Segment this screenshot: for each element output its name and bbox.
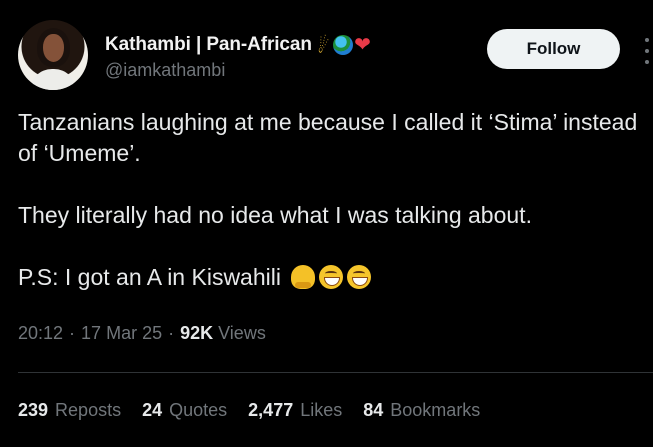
tweet-paragraph-2: They literally had no idea what I was ta… [18, 202, 532, 228]
more-dot [645, 49, 649, 53]
meta-separator: · [168, 323, 175, 343]
quotes-count: 24 [142, 400, 163, 420]
avatar[interactable] [18, 20, 88, 90]
author-name-row[interactable]: Kathambi | Pan-African ☄ ❤ [105, 33, 371, 57]
avatar-shoulders [30, 69, 76, 90]
tweet-paragraph-1: Tanzanians laughing at me because I call… [18, 109, 638, 166]
tweet-paragraph-3: P.S: I got an A in Kiswahili [18, 262, 638, 293]
likes-label: Likes [300, 400, 343, 420]
follow-button[interactable]: Follow [487, 29, 620, 69]
tweet-text: Tanzanians laughing at me because I call… [18, 107, 638, 293]
bookmarks-stat[interactable]: 84 Bookmarks [363, 400, 480, 421]
tweet-header: Kathambi | Pan-African ☄ ❤ @iamkathambi … [18, 20, 649, 92]
bookmarks-label: Bookmarks [390, 400, 481, 420]
author-display-name[interactable]: Kathambi | Pan-African [105, 34, 312, 56]
engagement-stats: 239 Reposts 24 Quotes 2,477 Likes 84 Boo… [18, 400, 501, 421]
views-count: 92K [180, 323, 214, 343]
more-vertical-icon[interactable] [638, 38, 653, 64]
quotes-label: Quotes [169, 400, 228, 420]
melting-face-emoji-icon [291, 265, 316, 289]
red-heart-emoji-icon: ❤ [354, 34, 371, 56]
tweet-date[interactable]: 17 Mar 25 [81, 323, 162, 344]
tweet-meta: 20:12 · 17 Mar 25 · 92K Views [18, 323, 266, 344]
reposts-label: Reposts [55, 400, 122, 420]
reposts-stat[interactable]: 239 Reposts [18, 400, 121, 421]
grinning-squinting-face-emoji-icon [319, 265, 344, 289]
tweet-paragraph-3-text: P.S: I got an A in Kiswahili [18, 264, 281, 290]
globe-emoji-icon [333, 35, 354, 55]
likes-stat[interactable]: 2,477 Likes [248, 400, 342, 421]
stats-divider [18, 372, 653, 373]
more-dot [645, 38, 649, 42]
author-handle[interactable]: @iamkathambi [105, 60, 225, 81]
likes-count: 2,477 [248, 400, 294, 420]
comet-emoji-icon: ☄ [312, 33, 335, 57]
grinning-squinting-face-emoji-icon [347, 265, 372, 289]
bookmarks-count: 84 [363, 400, 384, 420]
more-dot [645, 60, 649, 64]
tweet-time[interactable]: 20:12 [18, 323, 63, 344]
meta-separator: · [69, 323, 76, 343]
reposts-count: 239 [18, 400, 49, 420]
views-label: Views [218, 323, 266, 343]
quotes-stat[interactable]: 24 Quotes [142, 400, 227, 421]
